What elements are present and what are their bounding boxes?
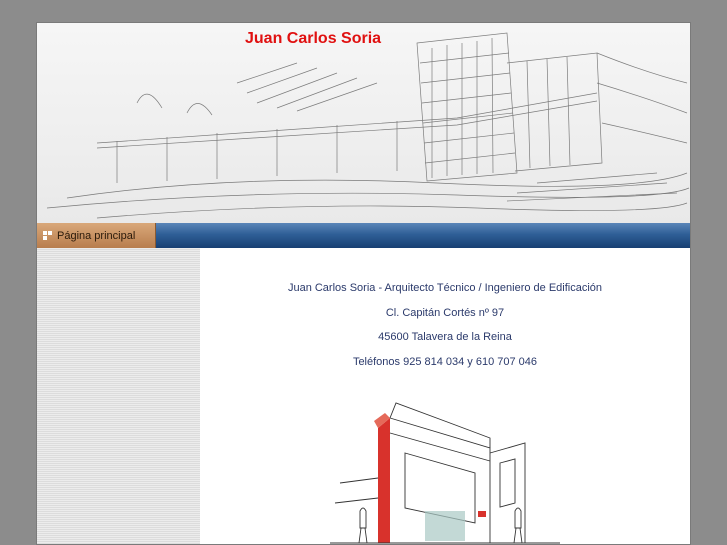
main-content: Juan Carlos Soria - Arquitecto Técnico /… <box>200 248 690 544</box>
page-icon <box>43 231 52 240</box>
info-phones: Teléfonos 925 814 034 y 610 707 046 <box>352 356 538 368</box>
architecture-sketch-image <box>46 32 690 219</box>
site-title: Juan Carlos Soria <box>245 30 382 47</box>
info-name-profession: Juan Carlos Soria - Arquitecto Técnico /… <box>287 282 603 294</box>
info-city: 45600 Talavera de la Reina <box>378 331 512 343</box>
page-container: Juan Carlos Soria Página principal Juan … <box>36 22 691 545</box>
header-banner: Juan Carlos Soria <box>37 23 690 223</box>
nav-item-label: Página principal <box>57 229 136 242</box>
nav-item-pagina-principal[interactable]: Página principal <box>37 223 156 248</box>
left-sidebar <box>37 248 200 544</box>
building-sketch-image <box>330 402 560 544</box>
main-nav-bar: Página principal <box>37 223 690 248</box>
info-address: Cl. Capitán Cortés nº 97 <box>385 307 505 319</box>
